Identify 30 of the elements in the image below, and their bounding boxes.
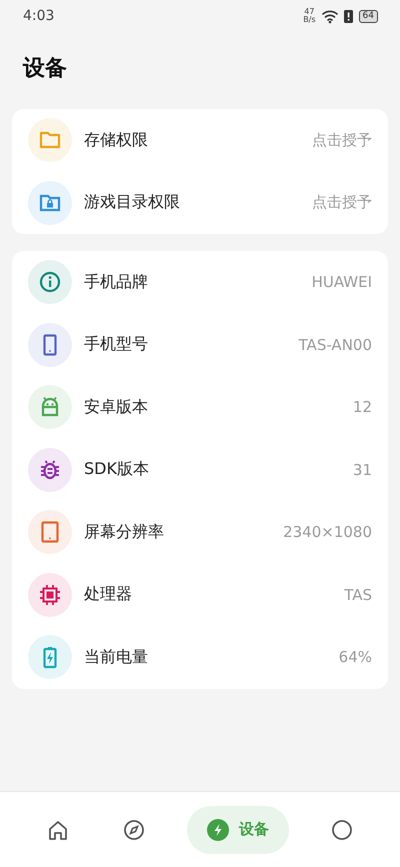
network-speed-unit: B/s (303, 16, 316, 24)
row-label: 手机品牌 (84, 272, 149, 293)
row-value: 31 (352, 460, 372, 479)
battery-indicator: 64 (358, 10, 378, 22)
row-value: TAS (344, 586, 372, 604)
row-label: SDK版本 (84, 459, 150, 480)
compass-icon (123, 818, 145, 840)
row-value: TAS-AN00 (298, 336, 372, 354)
row-value: 12 (352, 398, 372, 416)
row-label: 手机型号 (84, 334, 149, 356)
clock-time: 4:03 (23, 8, 54, 24)
wifi-icon (322, 8, 338, 24)
row-value: 2340×1080 (283, 523, 372, 542)
circle-icon (331, 818, 353, 840)
row-label: 屏幕分辨率 (84, 522, 165, 543)
page-title: 设备 (23, 55, 68, 83)
lightning-icon (207, 818, 229, 840)
nav-tab[interactable]: 设备 (187, 806, 289, 854)
home-icon (47, 818, 69, 840)
row-value: 点击授予 (312, 130, 372, 150)
row-label: 当前电量 (84, 646, 149, 668)
row-label: 游戏目录权限 (84, 192, 181, 214)
alert-icon (344, 10, 353, 22)
row-label: 存储权限 (84, 130, 149, 151)
row-value: 点击授予 (312, 193, 372, 212)
network-speed: 47 (304, 8, 314, 16)
row-value: 64% (338, 648, 372, 666)
row-value: HUAWEI (312, 273, 372, 292)
row-label: 处理器 (84, 584, 133, 606)
row-label: 安卓版本 (84, 396, 149, 418)
